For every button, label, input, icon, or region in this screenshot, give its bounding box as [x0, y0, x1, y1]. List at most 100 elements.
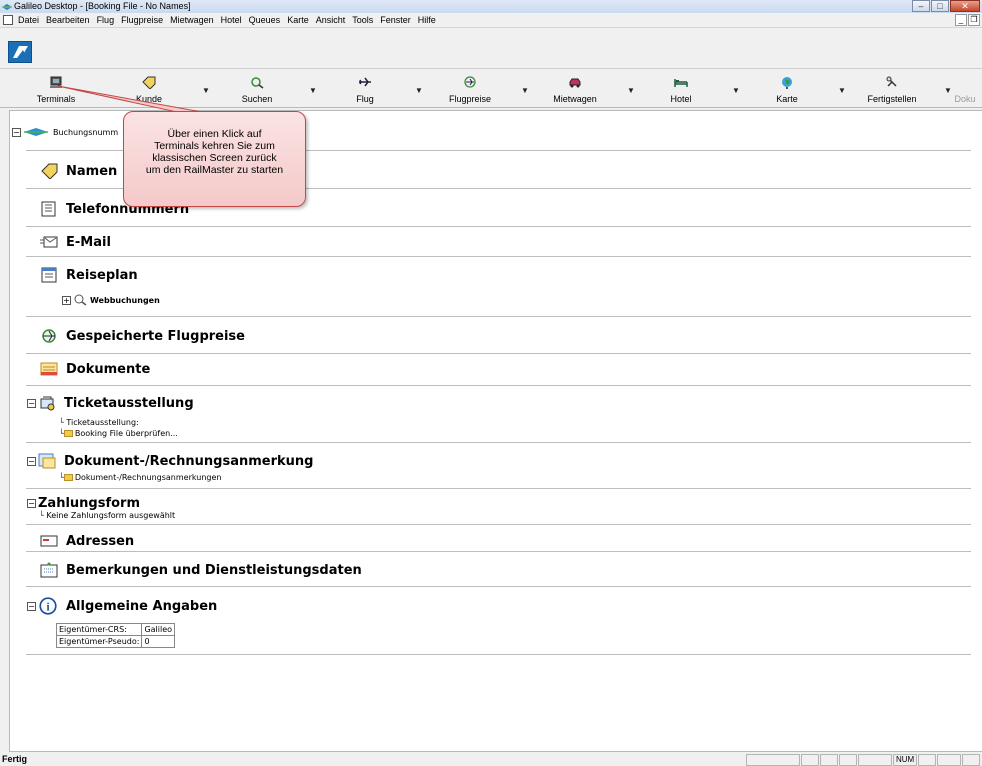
logo-bar	[0, 29, 982, 69]
suchen-dropdown-arrow[interactable]: ▼	[309, 86, 317, 95]
folder-icon	[63, 430, 73, 437]
fertigstellen-button[interactable]: Fertigstellen	[857, 76, 927, 106]
section-adressen[interactable]: Adressen	[40, 533, 134, 549]
menu-queues[interactable]: Queues	[249, 15, 281, 25]
remarks-icon	[40, 562, 58, 578]
car-icon	[540, 76, 610, 90]
status-cell	[839, 754, 857, 766]
document-icon[interactable]	[3, 15, 13, 25]
email-icon	[40, 236, 58, 248]
galileo-logo-button[interactable]	[8, 41, 32, 63]
documents-icon	[40, 362, 58, 376]
itinerary-icon	[41, 267, 57, 283]
menu-tools[interactable]: Tools	[352, 15, 373, 25]
webbuchungen-node[interactable]: + Webbuchungen	[62, 294, 160, 306]
menu-mietwagen[interactable]: Mietwagen	[170, 15, 214, 25]
callout-tooltip: Über einen Klick auf Terminals kehren Si…	[123, 111, 306, 207]
menu-datei[interactable]: Datei	[18, 15, 39, 25]
menu-hotel[interactable]: Hotel	[221, 15, 242, 25]
booking-root: − Buchungsnumm	[12, 127, 118, 137]
general-info-table: Eigentümer-CRS: Galileo Eigentümer-Pseud…	[55, 623, 176, 648]
flugpreise-dropdown-arrow[interactable]: ▼	[521, 86, 529, 95]
status-cell	[858, 754, 892, 766]
dokumente-button[interactable]: Doku	[948, 76, 982, 106]
invoice-note-icon	[38, 453, 56, 469]
hotel-button[interactable]: Hotel	[646, 76, 716, 106]
svg-text:i: i	[46, 601, 49, 613]
menu-bar: Datei Bearbeiten Flug Flugpreise Mietwag…	[0, 13, 982, 28]
section-zahlungsform[interactable]: − Zahlungsform	[27, 496, 140, 511]
section-dokument-rechnungsanmerkung[interactable]: − Dokument-/Rechnungsanmerkung	[27, 453, 313, 469]
collapse-toggle[interactable]: −	[12, 127, 21, 137]
airplane-icon	[330, 76, 400, 90]
karte-dropdown-arrow[interactable]: ▼	[838, 86, 846, 95]
status-cell	[918, 754, 936, 766]
web-search-icon	[74, 294, 87, 306]
zahlungsform-value: └ Keine Zahlungsform ausgewählt	[39, 511, 176, 520]
mietwagen-button[interactable]: Mietwagen	[540, 76, 610, 106]
phonebook-icon	[41, 201, 56, 217]
galileo-logo-icon	[13, 46, 28, 58]
booking-file-pruefen-link[interactable]: └ Booking File überprüfen...	[59, 429, 178, 438]
status-cell	[746, 754, 800, 766]
status-cell	[937, 754, 961, 766]
menu-ansicht[interactable]: Ansicht	[316, 15, 346, 25]
search-icon	[222, 76, 292, 90]
ticketausstellung-label: └ Ticketausstellung:	[59, 418, 139, 427]
status-bar: Fertig NUM	[0, 753, 982, 766]
app-icon	[2, 4, 12, 10]
kunde-button[interactable]: Kunde	[114, 76, 184, 106]
flug-button[interactable]: Flug	[330, 76, 400, 106]
section-gespeicherte-flugpreise[interactable]: Gespeicherte Flugpreise	[40, 328, 245, 344]
section-dokumente[interactable]: Dokumente	[40, 361, 150, 377]
flugpreise-button[interactable]: Flugpreise	[435, 76, 505, 106]
toolbar: Terminals Kunde ▼ Suchen ▼ Flug ▼ Flugpr…	[0, 70, 982, 108]
section-reiseplan[interactable]: Reiseplan	[40, 267, 138, 283]
section-namen[interactable]: Namen	[40, 163, 117, 179]
ticketing-icon	[40, 396, 55, 411]
terminals-button[interactable]: Terminals	[21, 76, 91, 106]
fare-icon	[435, 76, 505, 90]
mdi-minimize-button[interactable]: _	[955, 14, 967, 26]
suchen-button[interactable]: Suchen	[222, 76, 292, 106]
status-cell	[820, 754, 838, 766]
table-row: Eigentümer-Pseudo: 0	[55, 635, 176, 648]
booking-number-label: Buchungsnumm	[53, 127, 119, 137]
num-lock-indicator: NUM	[893, 754, 917, 766]
hotel-dropdown-arrow[interactable]: ▼	[732, 86, 740, 95]
section-allgemeine-angaben[interactable]: − i Allgemeine Angaben	[27, 596, 217, 616]
status-text: Fertig	[2, 754, 28, 764]
table-cell-key: Eigentümer-Pseudo:	[55, 635, 143, 648]
menu-hilfe[interactable]: Hilfe	[418, 15, 436, 25]
saved-fares-icon	[42, 329, 56, 343]
maximize-button[interactable]: □	[931, 0, 949, 12]
kunde-dropdown-arrow[interactable]: ▼	[202, 86, 210, 95]
expand-toggle[interactable]: +	[62, 295, 71, 305]
status-cell	[801, 754, 819, 766]
section-bemerkungen[interactable]: Bemerkungen und Dienstleistungsdaten	[40, 562, 362, 578]
mdi-restore-button[interactable]: ❐	[968, 14, 980, 26]
menu-bearbeiten[interactable]: Bearbeiten	[46, 15, 90, 25]
table-cell-value: Galileo	[141, 623, 176, 636]
folder-icon	[63, 474, 73, 481]
section-ticketausstellung[interactable]: − Ticketausstellung	[27, 395, 194, 411]
menu-fenster[interactable]: Fenster	[380, 15, 411, 25]
menu-flugpreise[interactable]: Flugpreise	[121, 15, 163, 25]
collapse-toggle[interactable]: −	[27, 456, 36, 466]
flug-dropdown-arrow[interactable]: ▼	[415, 86, 423, 95]
karte-button[interactable]: Karte	[752, 76, 822, 106]
tag-icon	[41, 163, 58, 179]
menu-karte[interactable]: Karte	[287, 15, 309, 25]
booking-file-icon	[24, 128, 48, 136]
mietwagen-dropdown-arrow[interactable]: ▼	[627, 86, 635, 95]
collapse-toggle[interactable]: −	[27, 601, 36, 611]
collapse-toggle[interactable]: −	[27, 398, 36, 408]
table-cell-key: Eigentümer-CRS:	[55, 623, 143, 636]
section-email[interactable]: E-Mail	[40, 234, 111, 250]
minimize-button[interactable]: –	[912, 0, 930, 12]
finish-icon	[857, 76, 927, 90]
close-button[interactable]: ✕	[950, 0, 980, 12]
rechnungsanmerkungen-link[interactable]: └ Dokument-/Rechnungsanmerkungen	[59, 473, 221, 482]
collapse-toggle[interactable]: −	[27, 499, 36, 508]
menu-flug[interactable]: Flug	[97, 15, 115, 25]
